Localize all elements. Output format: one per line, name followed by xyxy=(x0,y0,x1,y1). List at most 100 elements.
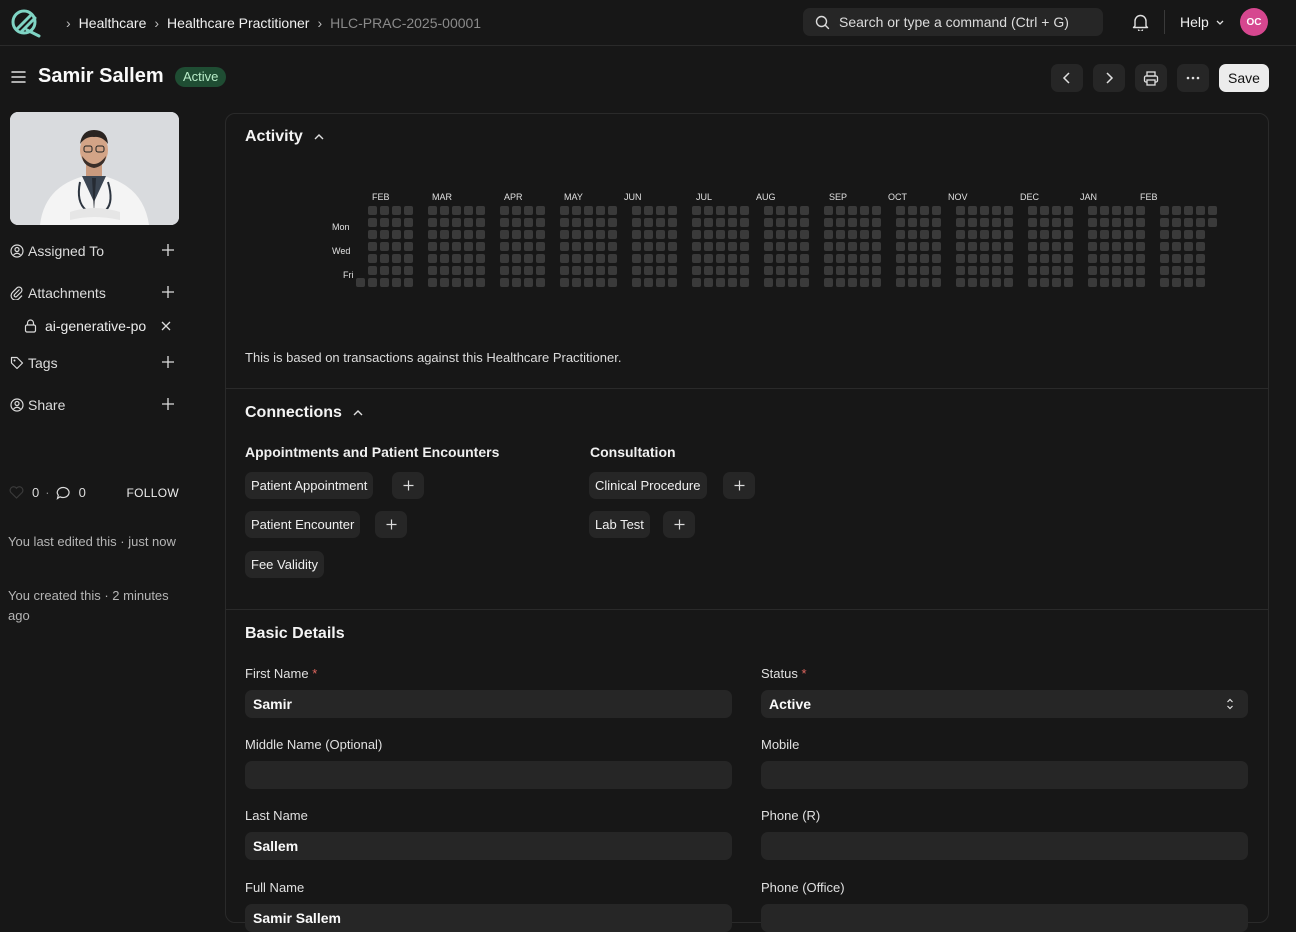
save-button[interactable]: Save xyxy=(1219,64,1269,92)
clinical-procedure-link[interactable]: Clinical Procedure xyxy=(589,472,707,499)
breadcrumb-healthcare-practitioner[interactable]: Healthcare Practitioner xyxy=(167,15,309,31)
app-logo[interactable] xyxy=(9,8,43,38)
heatmap-cell xyxy=(1160,266,1169,275)
heatmap-cell xyxy=(1040,278,1049,287)
heatmap-cell xyxy=(860,242,869,251)
connections-section-header[interactable]: Connections xyxy=(245,404,364,422)
share-user-icon xyxy=(10,398,24,412)
heatmap-cell xyxy=(776,278,785,287)
status-badge: Active xyxy=(175,67,227,87)
more-options-button[interactable] xyxy=(1177,64,1209,92)
heatmap-cell xyxy=(404,242,413,251)
heatmap-cell xyxy=(632,206,641,215)
activity-section-header[interactable]: Activity xyxy=(245,128,325,146)
heatmap-cell xyxy=(668,218,677,227)
heatmap-cell xyxy=(1208,206,1217,215)
patient-encounter-link[interactable]: Patient Encounter xyxy=(245,511,361,538)
chevron-up-icon xyxy=(314,134,324,140)
add-share-icon[interactable] xyxy=(161,397,175,411)
heatmap-cell xyxy=(692,254,701,263)
heatmap-cell xyxy=(1064,230,1073,239)
middle-name-field[interactable] xyxy=(245,761,732,789)
heatmap-cell xyxy=(1100,218,1109,227)
practitioner-photo[interactable] xyxy=(10,112,179,225)
print-button[interactable] xyxy=(1135,64,1167,92)
attachment-filename[interactable]: ai-generative-po xyxy=(45,318,146,334)
required-mark: * xyxy=(801,666,807,681)
comment-icon[interactable] xyxy=(56,486,71,500)
bell-icon[interactable] xyxy=(1132,13,1149,31)
heart-icon[interactable] xyxy=(9,486,24,499)
phone-office-field[interactable] xyxy=(761,904,1248,932)
heatmap-cell xyxy=(1028,230,1037,239)
heatmap-cell xyxy=(560,266,569,275)
heatmap-cell xyxy=(1124,254,1133,263)
share-row[interactable]: Share xyxy=(10,395,175,415)
tags-row[interactable]: Tags xyxy=(10,353,175,373)
heatmap-cell xyxy=(1004,266,1013,275)
breadcrumb-record-id[interactable]: HLC-PRAC-2025-00001 xyxy=(330,15,481,31)
plus-icon xyxy=(403,480,413,491)
lab-test-link[interactable]: Lab Test xyxy=(589,511,650,538)
breadcrumb-healthcare[interactable]: Healthcare xyxy=(79,15,147,31)
next-button[interactable] xyxy=(1093,64,1125,92)
month-label: DEC xyxy=(1020,192,1040,202)
heatmap-cell xyxy=(1100,230,1109,239)
heatmap-cell xyxy=(644,230,653,239)
heatmap-cell xyxy=(1088,230,1097,239)
add-tag-icon[interactable] xyxy=(161,355,175,369)
connections-title: Connections xyxy=(245,404,342,421)
follow-button[interactable]: FOLLOW xyxy=(127,486,179,500)
last-name-field[interactable]: Sallem xyxy=(245,832,732,860)
mobile-field[interactable] xyxy=(761,761,1248,789)
heatmap-cell xyxy=(1196,242,1205,251)
add-patient-appointment-button[interactable] xyxy=(392,472,424,499)
heatmap-cell xyxy=(1052,254,1061,263)
heatmap-cell xyxy=(776,242,785,251)
middle-name-label: Middle Name (Optional) xyxy=(245,737,383,752)
month-label: FEB xyxy=(372,192,390,202)
user-avatar[interactable]: OC xyxy=(1240,8,1268,36)
attachments-row[interactable]: Attachments xyxy=(10,283,175,303)
heatmap-cell xyxy=(992,206,1001,215)
heatmap-cell xyxy=(632,254,641,263)
chevron-right-icon: › xyxy=(66,15,71,31)
phone-r-field[interactable] xyxy=(761,832,1248,860)
previous-button[interactable] xyxy=(1051,64,1083,92)
add-lab-test-button[interactable] xyxy=(663,511,695,538)
heatmap-cell xyxy=(824,242,833,251)
heatmap-cell xyxy=(764,206,773,215)
month-label: APR xyxy=(504,192,523,202)
heatmap-cell xyxy=(920,278,929,287)
heatmap-cell xyxy=(848,278,857,287)
close-icon[interactable] xyxy=(161,321,171,331)
heatmap-cell xyxy=(476,206,485,215)
add-patient-encounter-button[interactable] xyxy=(375,511,407,538)
first-name-field[interactable]: Samir xyxy=(245,690,732,718)
menu-icon[interactable] xyxy=(11,70,26,84)
patient-appointment-link[interactable]: Patient Appointment xyxy=(245,472,374,499)
full-name-field[interactable]: Samir Sallem xyxy=(245,904,732,932)
heatmap-cell xyxy=(428,242,437,251)
status-select[interactable]: Active xyxy=(761,690,1248,718)
heatmap-cell xyxy=(476,254,485,263)
add-attachment-icon[interactable] xyxy=(161,285,175,299)
search-bar[interactable]: Search or type a command (Ctrl + G) xyxy=(803,8,1103,36)
heatmap-cell xyxy=(968,218,977,227)
heatmap-cell xyxy=(932,242,941,251)
attachment-item[interactable]: ai-generative-po xyxy=(24,318,174,334)
assigned-to-row[interactable]: Assigned To xyxy=(10,241,175,261)
heatmap-cell xyxy=(908,230,917,239)
heatmap-cell xyxy=(800,206,809,215)
fee-validity-link[interactable]: Fee Validity xyxy=(245,551,324,578)
heatmap-cell xyxy=(1196,206,1205,215)
heatmap-cell xyxy=(920,218,929,227)
add-clinical-procedure-button[interactable] xyxy=(723,472,755,499)
heatmap-cell xyxy=(656,206,665,215)
help-menu[interactable]: Help xyxy=(1180,14,1225,30)
heatmap-cell xyxy=(860,206,869,215)
heatmap-cell xyxy=(524,242,533,251)
heatmap-cell xyxy=(512,266,521,275)
heatmap-cell xyxy=(764,278,773,287)
add-assignee-icon[interactable] xyxy=(161,243,175,257)
